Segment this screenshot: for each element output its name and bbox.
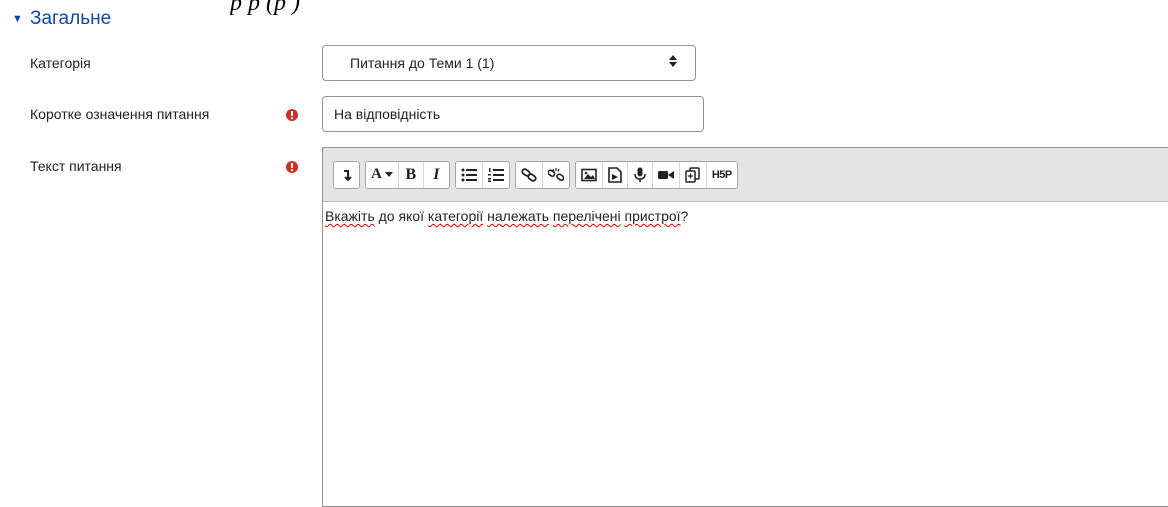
unlink-icon[interactable]: [542, 161, 569, 188]
editor-word: Вкажіть: [325, 208, 375, 224]
category-selected-value: Питання до Теми 1 (1): [350, 55, 495, 71]
editor-word: належать: [487, 208, 550, 224]
link-icon[interactable]: [515, 161, 543, 188]
caret-down-icon: ▼: [12, 13, 23, 25]
font-color-icon[interactable]: A: [366, 161, 399, 188]
question-text-content[interactable]: Вкажіть до якої категорії належать перел…: [323, 202, 1168, 224]
question-name-label: Коротке означення питання: [30, 106, 210, 122]
record-audio-icon[interactable]: [627, 161, 653, 188]
required-icon: [286, 160, 298, 173]
category-select[interactable]: Питання до Теми 1 (1): [322, 45, 696, 81]
collapse-icon[interactable]: [334, 161, 359, 188]
editor-toolbar: A B I H5P: [323, 148, 1168, 202]
section-title: Загальне: [30, 8, 112, 29]
image-icon[interactable]: [575, 161, 603, 188]
editor-word: категорії: [427, 208, 484, 224]
record-video-icon[interactable]: [652, 161, 680, 188]
h5p-icon[interactable]: H5P: [706, 161, 737, 188]
page-caption: р р (р ): [230, 0, 300, 16]
editor-word: до якої: [374, 208, 428, 224]
unordered-list-icon[interactable]: [455, 161, 483, 188]
editor-word: пристрої: [624, 208, 681, 224]
bold-icon[interactable]: B: [398, 161, 424, 188]
media-icon[interactable]: [602, 161, 628, 188]
question-text-editor[interactable]: A B I H5P Вкажіть до якої категорії нале…: [322, 147, 1168, 507]
question-name-input[interactable]: На відповідність: [322, 96, 704, 132]
section-general-toggle[interactable]: ▼ Загальне: [12, 8, 111, 30]
ordered-list-icon[interactable]: [482, 161, 509, 188]
editor-word: перелічені: [552, 208, 621, 224]
question-text-label: Текст питання: [30, 158, 122, 174]
category-label: Категорія: [30, 55, 91, 71]
select-arrows-icon: [669, 55, 677, 67]
editor-word: ?: [680, 208, 689, 224]
italic-icon[interactable]: I: [423, 161, 449, 188]
manage-files-icon[interactable]: [679, 161, 707, 188]
required-icon: [286, 108, 298, 121]
